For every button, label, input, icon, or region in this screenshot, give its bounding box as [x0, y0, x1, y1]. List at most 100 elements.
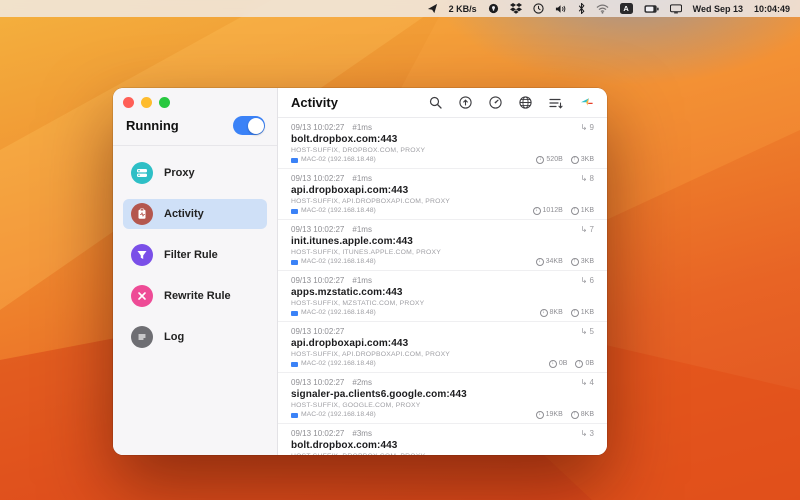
row-duration: #1ms [352, 122, 372, 133]
row-hostname: apps.mzstatic.com:443 [291, 286, 594, 299]
menu-bar-time[interactable]: 10:04:49 [754, 4, 790, 14]
row-replies: ↳ 8 [581, 173, 594, 184]
row-hostname: api.dropboxapi.com:443 [291, 184, 594, 197]
running-toggle[interactable] [233, 116, 265, 135]
row-timestamp: 09/13 10:02:27 [291, 275, 344, 286]
row-hostname: bolt.dropbox.com:443 [291, 439, 594, 452]
download-icon: ↓ [536, 258, 544, 266]
row-timestamp: 09/13 10:02:27 [291, 122, 344, 133]
menu-bar-date[interactable]: Wed Sep 13 [693, 4, 743, 14]
activity-header: Activity [278, 88, 607, 118]
upload-stat: ↑1KB [571, 308, 594, 318]
row-device-line: MAC-02 (192.168.18.48) ↓19KB ↑8KB [291, 410, 594, 420]
row-hostname: init.itunes.apple.com:443 [291, 235, 594, 248]
activity-row[interactable]: 09/13 10:02:27 #3ms ↳ 3 bolt.dropbox.com… [278, 424, 607, 455]
globe-icon[interactable] [519, 96, 532, 109]
row-duration: #1ms [352, 173, 372, 184]
close-button[interactable] [123, 97, 134, 108]
volume-icon[interactable] [555, 3, 567, 15]
upload-stat: ↑3KB [571, 155, 594, 165]
sidebar: Running Proxy Activity [113, 88, 278, 455]
network-speed[interactable]: 2 KB/s [449, 4, 477, 14]
download-stat: ↓19KB [536, 410, 563, 420]
device-icon [291, 362, 298, 367]
download-icon: ↓ [536, 411, 544, 419]
row-stats: ↓8KB ↑1KB [540, 308, 594, 318]
download-stat: ↓8KB [540, 308, 563, 318]
row-rule: HOST-SUFFIX, API.DROPBOXAPI.COM, PROXY [291, 197, 594, 206]
activity-row[interactable]: 09/13 10:02:27 #1ms ↳ 7 init.itunes.appl… [278, 220, 607, 271]
row-timestamp: 09/13 10:02:27 [291, 326, 344, 337]
funnel-icon [131, 244, 153, 266]
activity-row[interactable]: 09/13 10:02:27 #2ms ↳ 4 signaler-pa.clie… [278, 373, 607, 424]
device-icon [291, 311, 298, 316]
row-meta: 09/13 10:02:27 #1ms ↳ 8 [291, 173, 594, 184]
traffic-lights [113, 88, 277, 108]
download-stat: ↓1012B [533, 206, 563, 216]
row-meta: 09/13 10:02:27 #1ms ↳ 9 [291, 122, 594, 133]
clock-icon[interactable] [533, 3, 544, 15]
row-stats: ↓19KB ↑8KB [536, 410, 594, 420]
activity-row[interactable]: 09/13 10:02:27 #1ms ↳ 8 api.dropboxapi.c… [278, 169, 607, 220]
sidebar-item-label: Filter Rule [164, 249, 218, 261]
row-timestamp: 09/13 10:02:27 [291, 173, 344, 184]
bluetooth-icon[interactable] [578, 3, 585, 15]
row-device: MAC-02 (192.168.18.48) [301, 155, 376, 165]
row-duration: #1ms [352, 275, 372, 286]
onepassword-icon[interactable] [488, 3, 499, 15]
row-replies: ↳ 5 [581, 326, 594, 337]
upload-stat: ↑1KB [571, 206, 594, 216]
sidebar-item-filter-rule[interactable]: Filter Rule [123, 240, 267, 270]
toggle-knob [248, 118, 264, 134]
sidebar-item-rewrite-rule[interactable]: Rewrite Rule [123, 281, 267, 311]
activity-list: 09/13 10:02:27 #1ms ↳ 9 bolt.dropbox.com… [278, 118, 607, 455]
row-meta: 09/13 10:02:27 #1ms ↳ 6 [291, 275, 594, 286]
row-timestamp: 09/13 10:02:27 [291, 224, 344, 235]
row-device-line: MAC-02 (192.168.18.48) ↓34KB ↑3KB [291, 257, 594, 267]
x-icon [131, 285, 153, 307]
device-icon [291, 209, 298, 214]
minimize-button[interactable] [141, 97, 152, 108]
row-device: MAC-02 (192.168.18.48) [301, 257, 376, 267]
search-icon[interactable] [429, 96, 442, 109]
sort-lines-icon[interactable] [549, 97, 563, 109]
gauge-icon[interactable] [489, 96, 502, 109]
row-stats: ↓520B ↑3KB [536, 155, 594, 165]
row-replies: ↳ 9 [581, 122, 594, 133]
row-meta: 09/13 10:02:27 #2ms ↳ 4 [291, 377, 594, 388]
dropbox-icon[interactable] [510, 3, 522, 15]
download-stat: ↓34KB [536, 257, 563, 267]
row-rule: HOST-SUFFIX, DROPBOX.COM, PROXY [291, 452, 594, 455]
app-paper-plane-icon[interactable] [580, 96, 594, 109]
activity-row[interactable]: 09/13 10:02:27 #1ms ↳ 6 apps.mzstatic.co… [278, 271, 607, 322]
row-replies: ↳ 4 [581, 377, 594, 388]
battery-icon[interactable] [644, 3, 659, 15]
sidebar-item-proxy[interactable]: Proxy [123, 158, 267, 188]
device-icon [291, 413, 298, 418]
row-replies: ↳ 7 [581, 224, 594, 235]
row-rule: HOST-SUFFIX, MZSTATIC.COM, PROXY [291, 299, 594, 308]
wifi-icon[interactable] [596, 3, 609, 15]
upload-icon: ↑ [571, 258, 579, 266]
upload-circle-icon[interactable] [459, 96, 472, 109]
activity-row[interactable]: 09/13 10:02:27 #1ms ↳ 9 bolt.dropbox.com… [278, 118, 607, 169]
activity-panel: Activity [278, 88, 607, 455]
sidebar-item-activity[interactable]: Activity [123, 199, 267, 229]
row-hostname: bolt.dropbox.com:443 [291, 133, 594, 146]
row-rule: HOST-SUFFIX, API.DROPBOXAPI.COM, PROXY [291, 350, 594, 359]
display-icon[interactable] [670, 3, 682, 15]
upload-icon: ↑ [571, 207, 579, 215]
row-stats: ↓34KB ↑3KB [536, 257, 594, 267]
row-hostname: api.dropboxapi.com:443 [291, 337, 594, 350]
paper-plane-icon[interactable] [427, 3, 438, 15]
activity-row[interactable]: 09/13 10:02:27 ↳ 5 api.dropboxapi.com:44… [278, 322, 607, 373]
upload-icon: ↑ [571, 309, 579, 317]
sidebar-item-log[interactable]: Log [123, 322, 267, 352]
zoom-button[interactable] [159, 97, 170, 108]
sidebar-item-label: Log [164, 331, 184, 343]
upload-icon: ↑ [571, 156, 579, 164]
download-icon: ↓ [549, 360, 557, 368]
input-source-badge[interactable]: A [620, 3, 633, 14]
row-device: MAC-02 (192.168.18.48) [301, 359, 376, 369]
sidebar-items: Proxy Activity Filter Rule [113, 146, 277, 374]
